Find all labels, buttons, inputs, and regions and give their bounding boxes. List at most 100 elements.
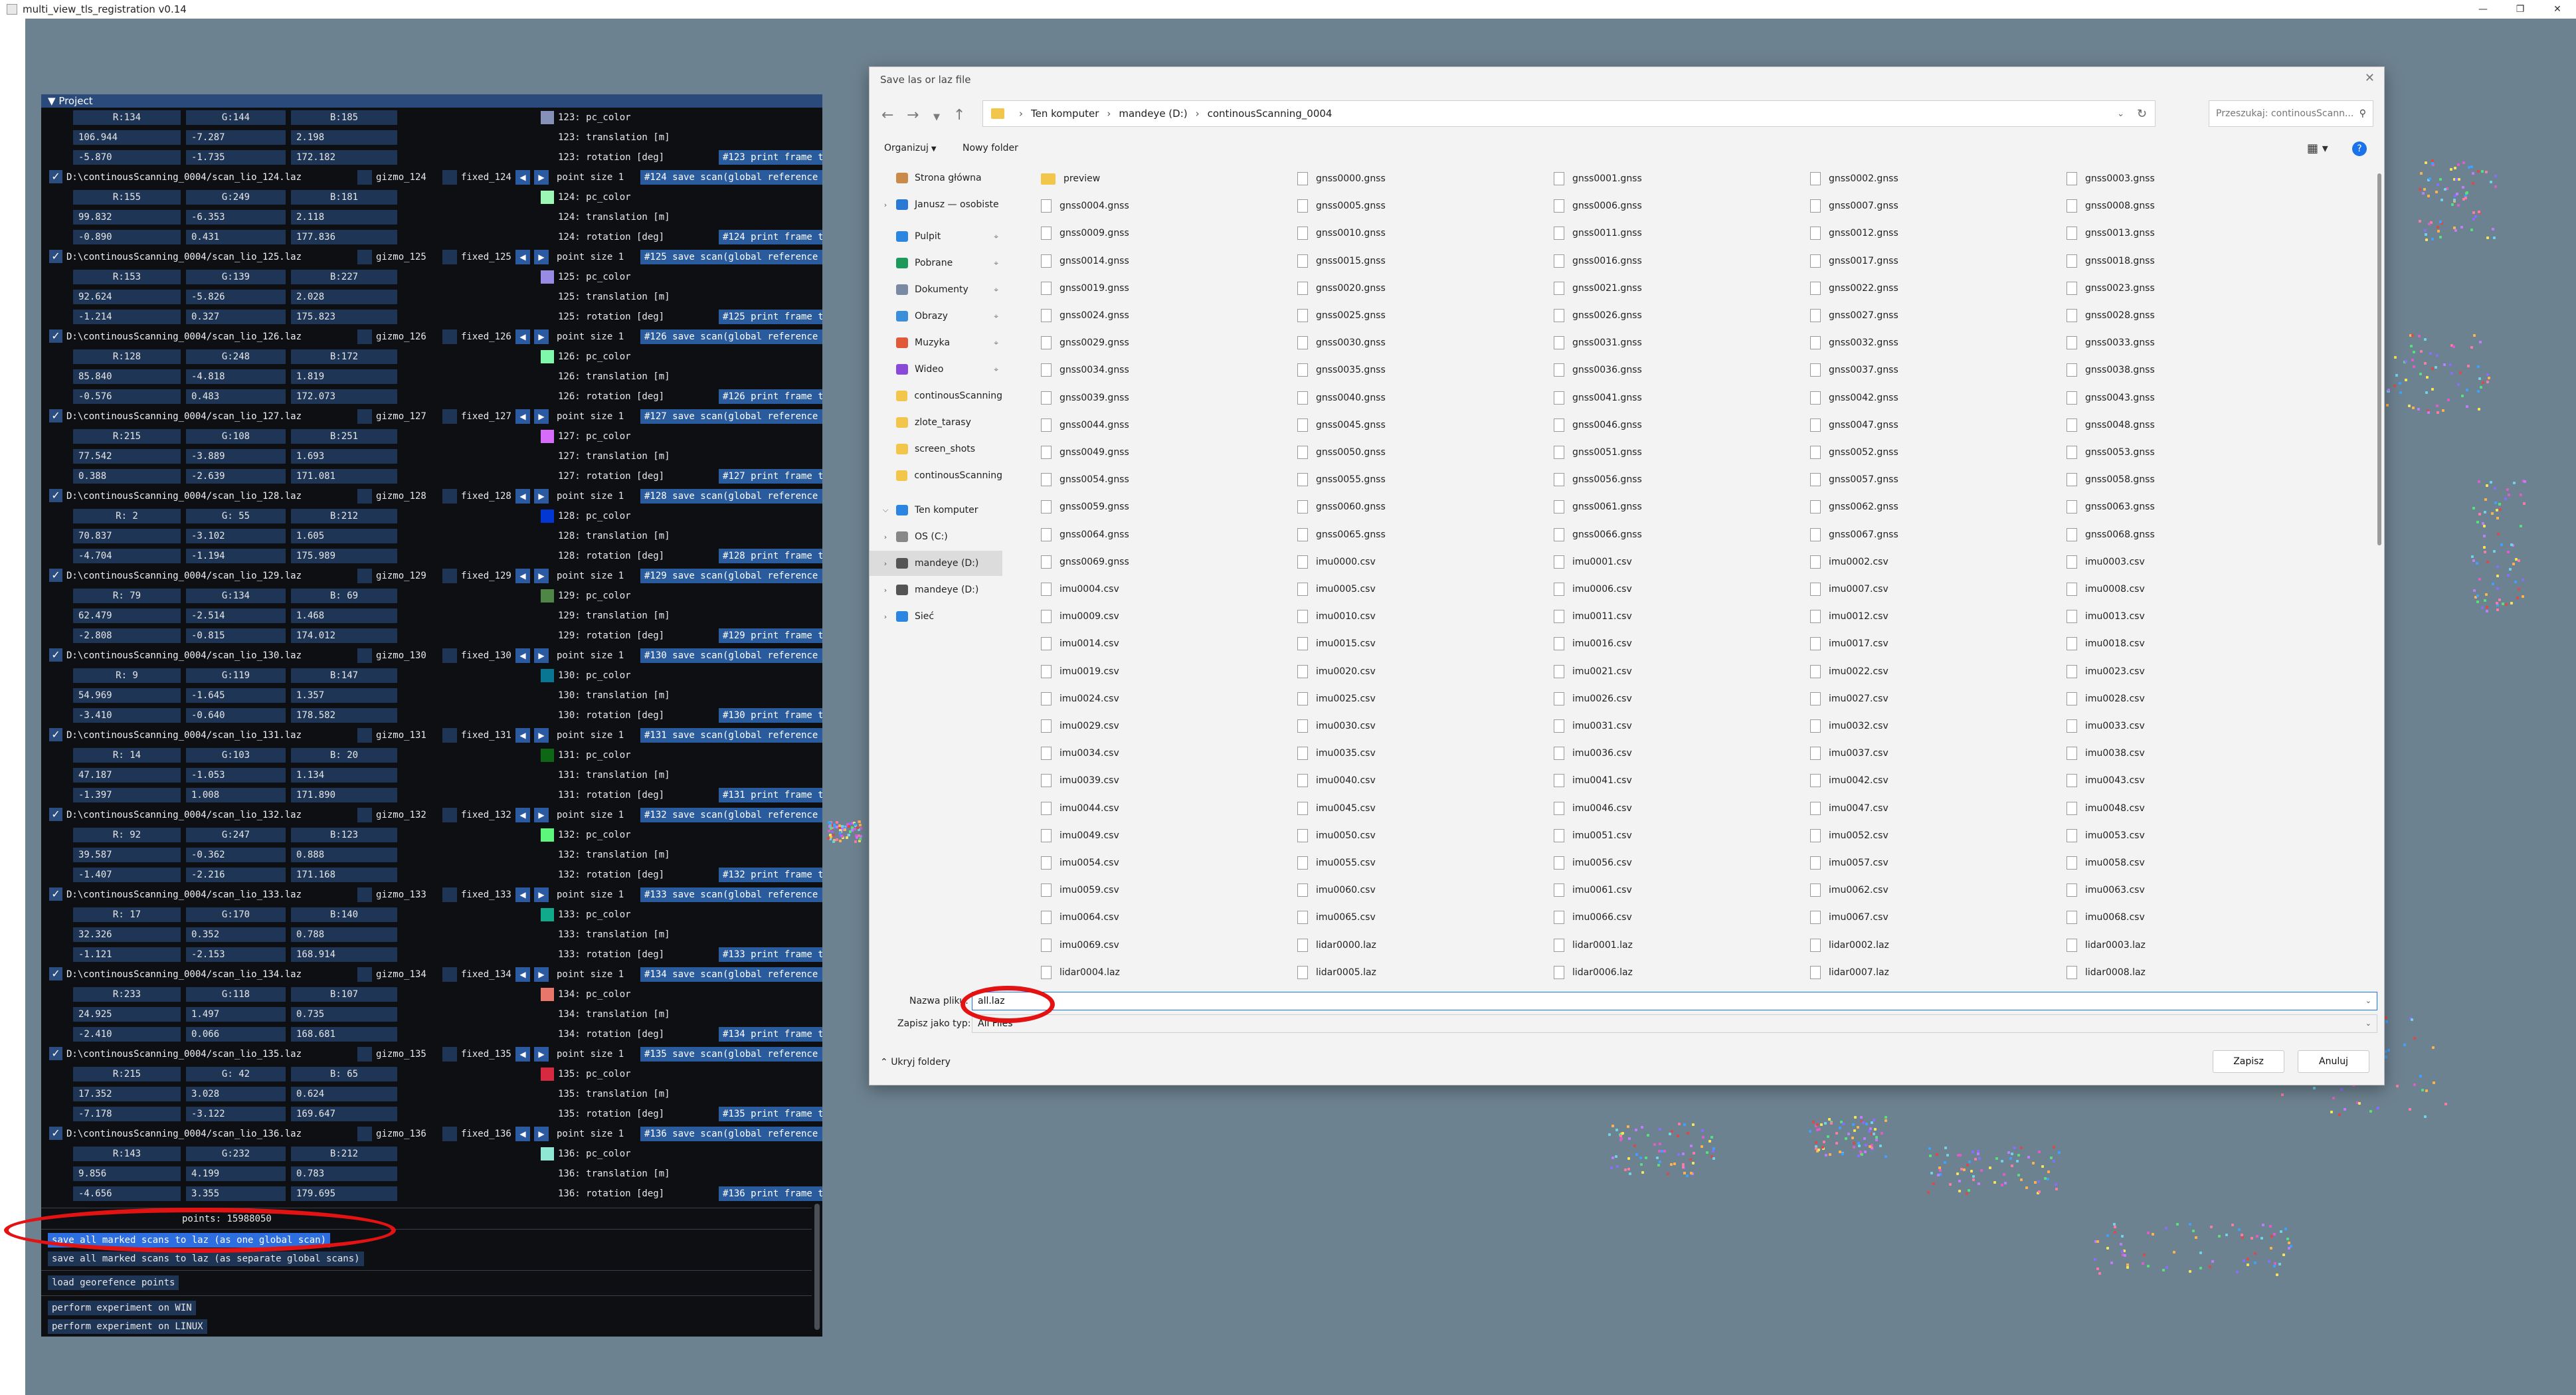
load-georeference-button[interactable]: load georefence points [48,1275,179,1290]
rotation-row-cell[interactable]: -2.153 [186,947,286,962]
color-row-cell[interactable]: R: 9 [73,668,181,683]
rotation-row-cell[interactable]: -1.397 [73,788,181,802]
file-item[interactable]: imu0065.csv [1297,904,1550,931]
file-item[interactable]: imu0012.csv [1810,603,2063,630]
file-item[interactable]: lidar0003.laz [2067,932,2319,959]
file-item[interactable]: imu0052.csv [1810,822,2063,849]
rotation-row-cell[interactable]: 0.327 [186,310,286,324]
rotation-row-cell[interactable]: 168.914 [291,947,397,962]
translation-row-cell[interactable]: -5.826 [186,290,286,304]
pin-icon[interactable]: ⌖ [994,312,998,322]
file-item[interactable]: gnss0048.gnss [2067,412,2319,438]
file-item[interactable]: imu0048.csv [2067,795,2319,822]
translation-row-cell[interactable]: 0.783 [291,1166,397,1181]
print-frame-button[interactable]: #136 print frame to co [719,1186,822,1201]
print-frame-button[interactable]: #126 print frame to co [719,389,822,404]
address-dropdown-icon[interactable]: ⌄ [2117,109,2124,119]
translation-row-cell[interactable]: -1.053 [186,768,286,783]
chevron-right-icon[interactable]: › [880,559,891,568]
color-row-cell[interactable]: B:212 [291,1147,397,1161]
rotation-row-cell[interactable]: 177.836 [291,230,397,244]
help-icon[interactable]: ? [2352,141,2367,156]
file-item[interactable]: gnss0030.gnss [1297,329,1550,356]
scan-visible-checkbox[interactable]: ✓ [49,1047,62,1060]
file-item[interactable]: imu0024.csv [1041,686,1293,712]
nav-item[interactable]: › Janusz — osobiste [870,192,1002,217]
color-row-cell[interactable]: R: 79 [73,589,181,603]
gizmo-checkbox[interactable] [357,250,372,264]
color-row-cell[interactable]: G:232 [186,1147,286,1161]
save-scan-button[interactable]: #125 save scan(global reference fram [640,250,822,264]
rotation-row-cell[interactable]: 0.483 [186,389,286,404]
file-item[interactable]: gnss0068.gnss [2067,521,2319,548]
rotation-row-cell[interactable]: 175.823 [291,310,397,324]
color-swatch[interactable] [541,510,554,523]
file-item[interactable]: gnss0041.gnss [1554,385,1806,411]
rotation-row-cell[interactable]: -1.121 [73,947,181,962]
experiment-win-button[interactable]: perform experiment on WIN [48,1301,196,1315]
color-row-cell[interactable]: B:172 [291,349,397,364]
file-item[interactable]: imu0047.csv [1810,795,2063,822]
scan-visible-checkbox[interactable]: ✓ [49,409,62,422]
experiment-linux-button[interactable]: perform experiment on LINUX [48,1319,207,1334]
chevron-right-icon[interactable]: › [880,586,891,595]
print-frame-button[interactable]: #124 print frame to co [719,230,822,244]
file-item[interactable]: imu0034.csv [1041,740,1293,767]
file-item[interactable]: gnss0039.gnss [1041,385,1293,411]
scan-visible-checkbox[interactable]: ✓ [49,808,62,821]
file-item[interactable]: gnss0009.gnss [1041,220,1293,246]
color-row-cell[interactable]: B:123 [291,828,397,842]
file-item[interactable]: imu0037.csv [1810,740,2063,767]
file-item[interactable]: imu0019.csv [1041,658,1293,685]
translation-row-cell[interactable]: 1.693 [291,449,397,464]
gizmo-checkbox[interactable] [357,1127,372,1141]
file-item[interactable]: imu0020.csv [1297,658,1550,685]
nav-item[interactable]: › Sieć [870,604,1002,629]
file-item[interactable]: imu0060.csv [1297,877,1550,903]
file-list-scrollbar[interactable] [2377,173,2381,545]
rotation-row-cell[interactable]: 178.582 [291,708,397,723]
file-item[interactable]: lidar0002.laz [1810,932,2063,959]
translation-row-cell[interactable]: 62.479 [73,608,181,623]
fixed-checkbox[interactable] [442,648,457,663]
translation-row-cell[interactable]: -4.818 [186,369,286,384]
rotation-row-cell[interactable]: 171.890 [291,788,397,802]
file-item[interactable]: gnss0051.gnss [1554,439,1806,466]
file-item[interactable]: gnss0043.gnss [2067,385,2319,411]
translation-row-cell[interactable]: 4.199 [186,1166,286,1181]
file-item[interactable]: lidar0001.laz [1554,932,1806,959]
file-item[interactable]: gnss0000.gnss [1297,165,1550,192]
file-item[interactable]: gnss0027.gnss [1810,302,2063,329]
rotation-row-cell[interactable]: -1.735 [186,150,286,165]
chevron-down-icon[interactable]: ⌄ [2365,1015,2371,1032]
color-row-cell[interactable]: R: 2 [73,509,181,523]
arrow-right-icon[interactable]: ▶ [534,489,549,504]
nav-item[interactable]: Strona główna [870,165,1002,191]
dialog-close-icon[interactable]: ✕ [2365,71,2375,85]
color-row-cell[interactable]: B:212 [291,509,397,523]
translation-row-cell[interactable]: 24.925 [73,1007,181,1022]
translation-row-cell[interactable]: 2.028 [291,290,397,304]
file-item[interactable]: gnss0038.gnss [2067,357,2319,383]
translation-row-cell[interactable]: 0.352 [186,927,286,942]
file-item[interactable]: gnss0010.gnss [1297,220,1550,246]
print-frame-button[interactable]: #125 print frame to co [719,310,822,324]
file-item[interactable]: imu0025.csv [1297,686,1550,712]
rotation-row-cell[interactable]: 0.431 [186,230,286,244]
file-item[interactable]: imu0039.csv [1041,767,1293,794]
scan-visible-checkbox[interactable]: ✓ [49,569,62,582]
file-item[interactable]: gnss0047.gnss [1810,412,2063,438]
translation-row-cell[interactable]: 1.605 [291,529,397,543]
color-row-cell[interactable]: B:181 [291,190,397,205]
file-item[interactable]: imu0014.csv [1041,630,1293,657]
file-item[interactable]: imu0062.csv [1810,877,2063,903]
print-frame-button[interactable]: #133 print frame to co [719,947,822,962]
file-item[interactable]: gnss0061.gnss [1554,494,1806,520]
file-item[interactable]: gnss0006.gnss [1554,193,1806,219]
scan-visible-checkbox[interactable]: ✓ [49,648,62,662]
nav-item[interactable]: › mandeye (D:) [870,577,1002,603]
rotation-row-cell[interactable]: -3.410 [73,708,181,723]
file-item[interactable]: gnss0034.gnss [1041,357,1293,383]
scan-visible-checkbox[interactable]: ✓ [49,967,62,980]
rotation-row-cell[interactable]: -4.704 [73,549,181,563]
